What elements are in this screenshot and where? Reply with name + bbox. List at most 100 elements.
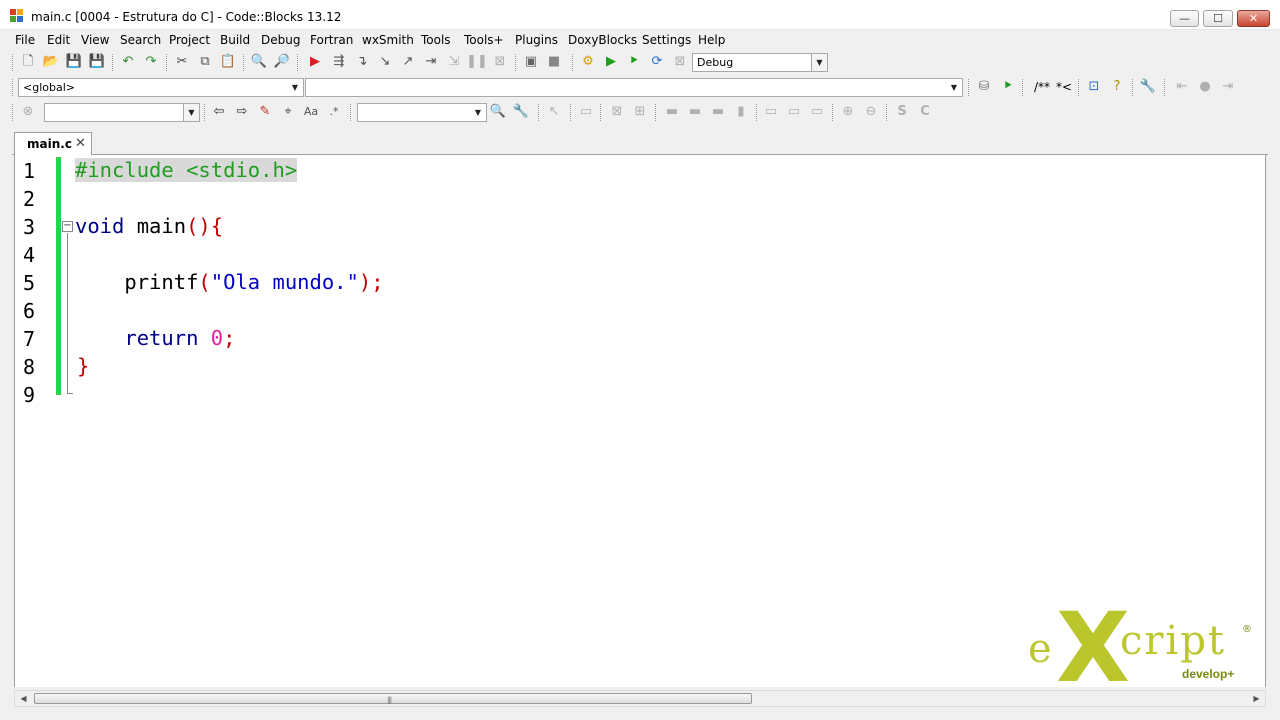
- menu-edit[interactable]: Edit: [47, 33, 70, 47]
- menu-project[interactable]: Project: [169, 33, 210, 47]
- minimize-button[interactable]: —: [1170, 10, 1199, 27]
- toolbar-grip[interactable]: [12, 54, 15, 71]
- close-icon[interactable]: ✕: [75, 136, 86, 151]
- wrench-icon[interactable]: 🔧: [1140, 79, 1156, 95]
- search-scope-select[interactable]: ▼: [357, 103, 487, 122]
- abort-icon[interactable]: ⊠: [672, 54, 688, 70]
- run-to-cursor-icon[interactable]: ⇶: [331, 54, 347, 70]
- menu-build[interactable]: Build: [220, 33, 250, 47]
- last-bookmark-icon[interactable]: ⇥: [1220, 79, 1236, 95]
- cut-icon[interactable]: ✂: [174, 54, 190, 70]
- function-select[interactable]: ▼: [305, 78, 963, 97]
- zoom-in-icon[interactable]: ⊕: [840, 104, 856, 120]
- undo-icon[interactable]: ↶: [120, 54, 136, 70]
- layout-2-icon[interactable]: ▬: [687, 104, 703, 120]
- search-settings-icon[interactable]: 🔧: [513, 104, 529, 120]
- menu-tools-plus[interactable]: Tools+: [464, 33, 504, 47]
- help-icon[interactable]: ?: [1109, 79, 1125, 95]
- debug-run-icon[interactable]: ▶: [307, 54, 323, 70]
- find-icon[interactable]: 🔍: [251, 54, 267, 70]
- paste-icon[interactable]: 📋: [220, 54, 236, 70]
- redo-icon[interactable]: ↷: [143, 54, 159, 70]
- toolbar-grip[interactable]: [12, 104, 15, 121]
- build-gear-icon[interactable]: ⚙: [580, 54, 596, 70]
- menu-view[interactable]: View: [81, 33, 109, 47]
- open-folder-icon[interactable]: 📂: [43, 54, 59, 70]
- menu-tools[interactable]: Tools: [421, 33, 451, 47]
- next-line-icon[interactable]: ↴: [354, 54, 370, 70]
- rebuild-icon[interactable]: ⟳: [649, 54, 665, 70]
- menu-search[interactable]: Search: [120, 33, 161, 47]
- selected-text-only-icon[interactable]: ⌖: [280, 104, 296, 120]
- shape-2-icon[interactable]: ▭: [786, 104, 802, 120]
- menu-wxsmith[interactable]: wxSmith: [362, 33, 414, 47]
- save-icon[interactable]: 💾: [66, 54, 82, 70]
- find-next-icon[interactable]: ⇨: [234, 104, 250, 120]
- step-into-icon[interactable]: ↘: [377, 54, 393, 70]
- build-and-run-icon[interactable]: ⯈: [626, 54, 642, 70]
- rectangle-icon[interactable]: ▭: [578, 104, 594, 120]
- menu-file[interactable]: File: [15, 33, 35, 47]
- layout-3-icon[interactable]: ▬: [710, 104, 726, 120]
- match-case-button[interactable]: Aa: [303, 104, 319, 120]
- codeblocks-app-icon[interactable]: [10, 9, 24, 23]
- code-line[interactable]: 6: [15, 296, 1265, 324]
- tab-main-c[interactable]: main.c ✕: [14, 132, 92, 155]
- search-input[interactable]: ▼: [44, 103, 200, 122]
- c-icon[interactable]: C: [917, 104, 933, 120]
- html-docs-icon[interactable]: ⊡: [1086, 79, 1102, 95]
- code-line[interactable]: 1 #include <stdio.h>: [15, 156, 1265, 184]
- maximize-button[interactable]: ☐: [1203, 10, 1233, 27]
- zoom-out-icon[interactable]: ⊖: [863, 104, 879, 120]
- s-icon[interactable]: S: [894, 104, 910, 120]
- block-comment-button[interactable]: /**: [1032, 79, 1052, 95]
- line-comment-button[interactable]: *<: [1054, 79, 1074, 95]
- menu-help[interactable]: Help: [698, 33, 725, 47]
- code-line[interactable]: 9: [15, 380, 1265, 408]
- shape-1-icon[interactable]: ▭: [763, 104, 779, 120]
- step-into-instruction-icon[interactable]: ⇲: [446, 54, 462, 70]
- code-line[interactable]: 8 }: [15, 352, 1265, 380]
- clear-search-icon[interactable]: ⊗: [20, 104, 36, 120]
- first-bookmark-icon[interactable]: ⇤: [1174, 79, 1190, 95]
- code-line[interactable]: 5 printf("Ola mundo.");: [15, 268, 1265, 296]
- new-file-icon[interactable]: 🗋: [20, 54, 36, 70]
- code-line[interactable]: 4: [15, 240, 1265, 268]
- shape-3-icon[interactable]: ▭: [809, 104, 825, 120]
- scroll-left-icon[interactable]: ◀: [15, 691, 32, 706]
- code-line[interactable]: 3 void main(){: [15, 212, 1265, 240]
- step-out-icon[interactable]: ↗: [400, 54, 416, 70]
- menu-doxyblocks[interactable]: DoxyBlocks: [568, 33, 637, 47]
- scope-select[interactable]: <global> ▼: [18, 78, 304, 97]
- code-line[interactable]: 7 return 0;: [15, 324, 1265, 352]
- pointer-icon[interactable]: ↖: [546, 104, 562, 120]
- menu-fortran[interactable]: Fortran: [310, 33, 353, 47]
- debug-windows-icon[interactable]: ▣: [523, 54, 539, 70]
- menu-plugins[interactable]: Plugins: [515, 33, 558, 47]
- bookmark-dot-icon[interactable]: ●: [1197, 79, 1213, 95]
- regex-icon[interactable]: .*: [326, 104, 342, 120]
- run-icon[interactable]: ▶: [603, 54, 619, 70]
- copy-icon[interactable]: ⧉: [197, 54, 213, 70]
- layout-4-icon[interactable]: ▮: [733, 104, 749, 120]
- info-icon[interactable]: ■: [546, 54, 562, 70]
- image-icon[interactable]: ⊠: [609, 104, 625, 120]
- menu-settings[interactable]: Settings: [642, 33, 691, 47]
- extract-documentation-icon[interactable]: ⯈: [1000, 79, 1016, 95]
- layout-1-icon[interactable]: ▬: [664, 104, 680, 120]
- pause-icon[interactable]: ❚❚: [466, 54, 488, 70]
- doxywizard-icon[interactable]: ⛁: [976, 79, 992, 95]
- save-all-icon[interactable]: 💾: [89, 54, 105, 70]
- menu-debug[interactable]: Debug: [261, 33, 300, 47]
- code-line[interactable]: 2: [15, 184, 1265, 212]
- highlight-pen-icon[interactable]: ✎: [257, 104, 273, 120]
- text-box-icon[interactable]: ⊞: [632, 104, 648, 120]
- symbol-search-icon[interactable]: 🔍: [490, 104, 506, 120]
- find-previous-icon[interactable]: ⇦: [211, 104, 227, 120]
- toolbar-grip[interactable]: [12, 79, 15, 96]
- close-button[interactable]: ✕: [1237, 10, 1270, 27]
- scroll-thumb[interactable]: |||: [34, 693, 752, 704]
- replace-icon[interactable]: 🔎: [274, 54, 290, 70]
- build-target-select[interactable]: Debug ▼: [692, 53, 828, 72]
- next-instruction-icon[interactable]: ⇥: [423, 54, 439, 70]
